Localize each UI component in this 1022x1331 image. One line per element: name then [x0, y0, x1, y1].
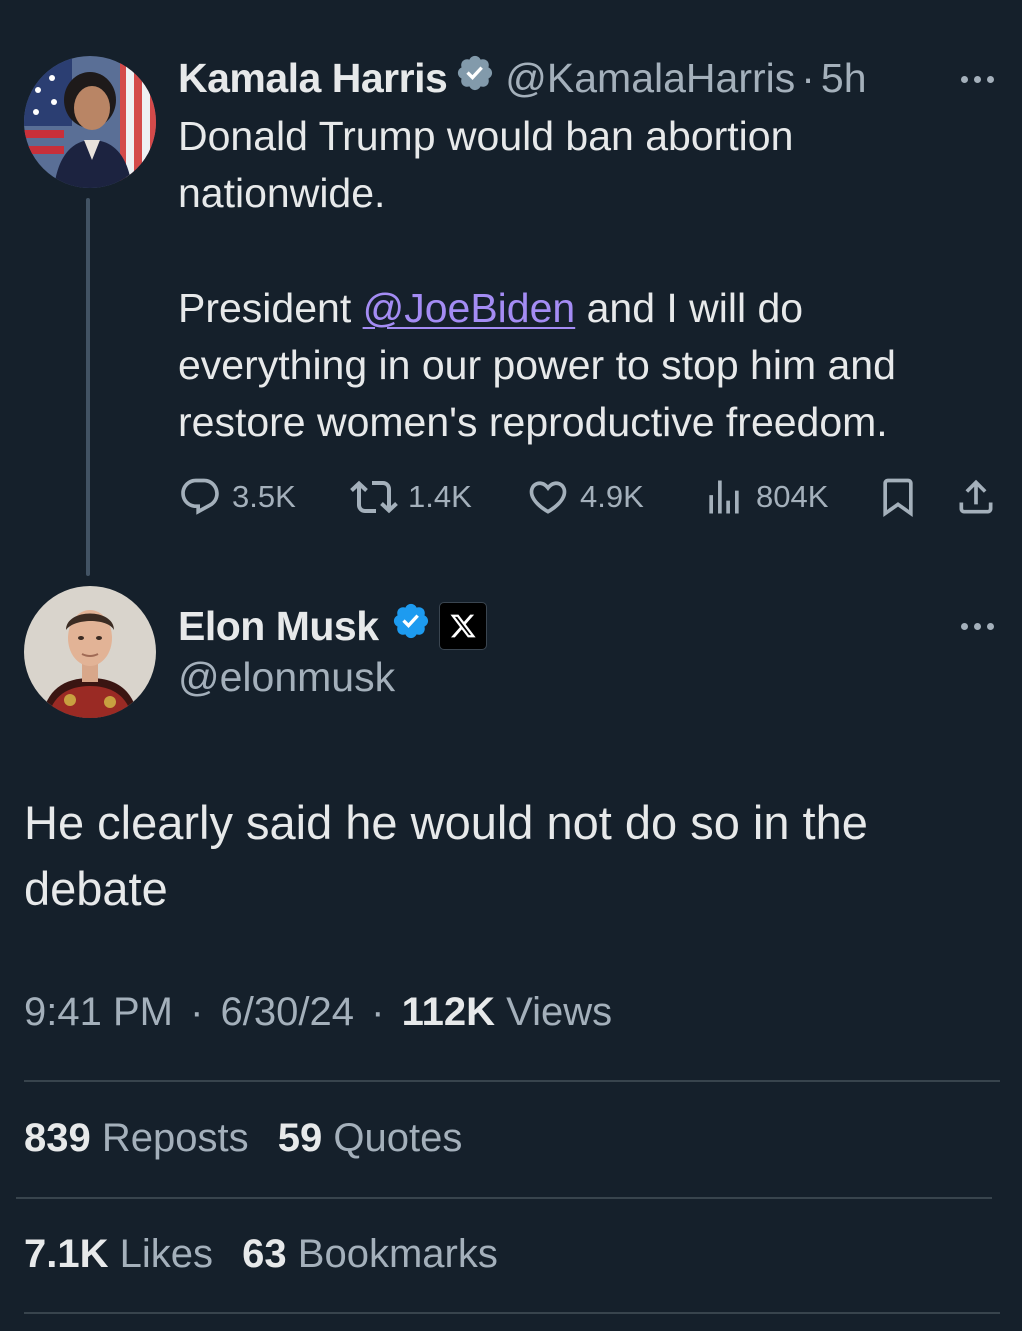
repost-count: 1.4K	[408, 479, 472, 514]
reply-icon	[181, 478, 219, 515]
parent-text-line: Donald Trump would ban abortion	[178, 113, 794, 159]
reply-meta-row: 9:41 PM · 6/30/24 · 112K Views	[24, 990, 612, 1035]
parent-action-bar: 3.5K 1.4K 4.9K 804K	[178, 470, 998, 524]
parent-more-icon[interactable]	[961, 72, 994, 86]
divider	[16, 1197, 992, 1199]
bookmarks-stat[interactable]: 63 Bookmarks	[242, 1232, 498, 1276]
parent-text-suffix: and I will do	[575, 285, 804, 331]
reposts-stat[interactable]: 839 Reposts	[24, 1116, 249, 1160]
verified-badge-icon[interactable]	[455, 53, 495, 103]
reposts-count: 839	[24, 1116, 91, 1160]
bookmark-button[interactable]	[876, 470, 920, 524]
elon-musk-avatar[interactable]	[24, 586, 156, 718]
parent-text-line: nationwide.	[178, 170, 386, 216]
bookmarks-count: 63	[242, 1232, 287, 1276]
parent-tweet-header: Kamala Harris @KamalaHarris · 5h	[178, 50, 867, 106]
like-icon	[529, 481, 567, 514]
repost-icon	[350, 480, 398, 514]
reply-button[interactable]: 3.5K	[178, 470, 296, 524]
views-button[interactable]: 804K	[702, 470, 828, 524]
separator-dot: ·	[190, 990, 204, 1034]
parent-display-name[interactable]: Kamala Harris	[178, 55, 448, 102]
reply-date[interactable]: 6/30/24	[221, 990, 354, 1034]
reply-display-name[interactable]: Elon Musk	[178, 603, 379, 650]
views-count: 804K	[756, 479, 829, 514]
parent-text-prefix: President	[178, 285, 363, 331]
reply-tweet-text: He clearly said he would not do so in th…	[24, 796, 868, 915]
parent-text-line: restore women's reproductive freedom.	[178, 399, 888, 445]
parent-text-line: President @JoeBiden and I will do	[178, 280, 998, 337]
repost-button[interactable]: 1.4K	[350, 470, 472, 524]
quotes-count: 59	[277, 1116, 323, 1160]
parent-handle[interactable]: @KamalaHarris	[505, 55, 795, 102]
likes-label: Likes	[119, 1232, 214, 1276]
likes-stat[interactable]: 7.1K Likes	[24, 1232, 213, 1276]
views-icon	[709, 480, 739, 514]
quotes-stat[interactable]: 59 Quotes	[278, 1116, 463, 1160]
reply-views-count: 112K	[401, 990, 496, 1034]
reply-views-label: Views	[506, 990, 613, 1034]
reposts-label: Reposts	[101, 1116, 249, 1160]
divider	[24, 1080, 1000, 1082]
parent-time[interactable]: 5h	[821, 55, 867, 102]
divider	[24, 1312, 1000, 1314]
reposts-quotes-row: 839 Reposts 59 Quotes	[24, 1116, 462, 1161]
share-icon	[959, 479, 993, 514]
kamala-harris-avatar[interactable]	[24, 56, 156, 188]
x-logo-icon[interactable]	[438, 602, 487, 650]
share-button[interactable]	[954, 470, 998, 524]
bookmark-icon	[883, 478, 913, 518]
verified-badge-icon[interactable]	[391, 601, 431, 651]
parent-tweet-text-block-2: President @JoeBiden and I will do everyt…	[178, 280, 998, 451]
separator-dot: ·	[801, 54, 815, 101]
reply-handle[interactable]: @elonmusk	[178, 654, 395, 701]
reply-more-icon[interactable]	[961, 619, 994, 633]
joebiden-mention-link[interactable]: @JoeBiden	[363, 285, 576, 331]
bookmarks-label: Bookmarks	[297, 1232, 498, 1276]
like-button[interactable]: 4.9K	[526, 470, 644, 524]
reply-time[interactable]: 9:41 PM	[24, 990, 173, 1034]
reply-count: 3.5K	[232, 479, 296, 514]
thread-line	[86, 198, 90, 576]
likes-count: 7.1K	[24, 1232, 109, 1276]
parent-tweet-text-block-1: Donald Trump would ban abortion nationwi…	[178, 108, 998, 222]
reply-tweet-header: Elon Musk	[178, 598, 487, 654]
like-count: 4.9K	[580, 479, 644, 514]
likes-bookmarks-row: 7.1K Likes 63 Bookmarks	[24, 1232, 498, 1277]
quotes-label: Quotes	[333, 1116, 463, 1160]
separator-dot: ·	[371, 990, 385, 1034]
parent-text-line: everything in our power to stop him and	[178, 342, 896, 388]
